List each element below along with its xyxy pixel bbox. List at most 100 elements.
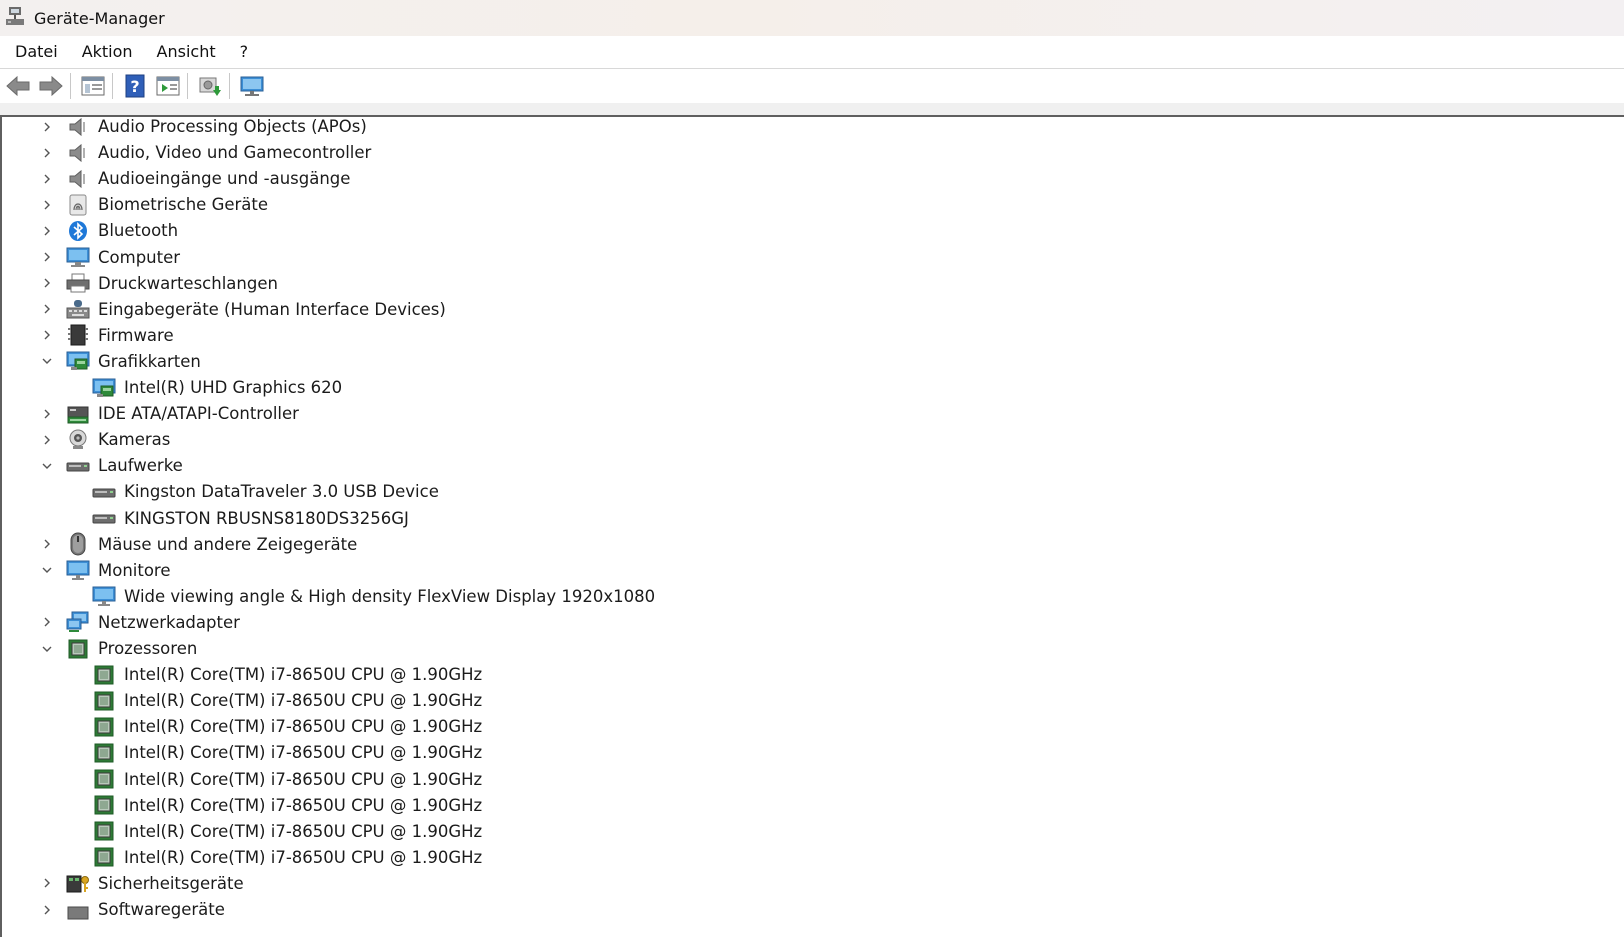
expand-toggle[interactable] [40, 903, 54, 917]
chevron-down-icon [42, 358, 52, 365]
device-manager-icon [4, 5, 26, 31]
processor-icon [92, 793, 116, 817]
processor-icon [92, 715, 116, 739]
tree-category-grafikkarten[interactable]: Grafikkarten [40, 348, 201, 375]
tree-device-intel-r-core-tm-i7-8650u-cpu-1-90ghz[interactable]: Intel(R) Core(TM) i7-8650U CPU @ 1.90GHz [92, 844, 482, 871]
tree-device-intel-r-uhd-graphics-620[interactable]: Intel(R) UHD Graphics 620 [92, 374, 342, 401]
tree-device-kingston-datatraveler-3-0-usb-device[interactable]: Kingston DataTraveler 3.0 USB Device [92, 478, 439, 505]
chevron-right-icon [44, 539, 50, 549]
ide-controller-icon [66, 402, 90, 426]
expand-toggle[interactable] [40, 407, 54, 421]
menu-view[interactable]: Ansicht [145, 36, 228, 68]
firmware-icon [66, 323, 90, 347]
hid-icon [66, 297, 90, 321]
tree-device-intel-r-core-tm-i7-8650u-cpu-1-90ghz[interactable]: Intel(R) Core(TM) i7-8650U CPU @ 1.90GHz [92, 713, 482, 740]
menu-file[interactable]: Datei [0, 36, 70, 68]
bluetooth-icon [66, 219, 90, 243]
properties-button[interactable] [78, 72, 108, 100]
tree-category-eingabeger-te-human-interface-devices[interactable]: Eingabegeräte (Human Interface Devices) [40, 296, 446, 323]
tree-device-kingston-rbusns8180ds3256gj[interactable]: KINGSTON RBUSNS8180DS3256GJ [92, 505, 409, 532]
toolbar-separator [229, 72, 230, 99]
tree-device-intel-r-core-tm-i7-8650u-cpu-1-90ghz[interactable]: Intel(R) Core(TM) i7-8650U CPU @ 1.90GHz [92, 766, 482, 793]
menu-action[interactable]: Aktion [70, 36, 145, 68]
tree-category-sicherheitsger-te[interactable]: Sicherheitsgeräte [40, 870, 244, 897]
expand-toggle[interactable] [40, 328, 54, 342]
tree-category-biometrische-ger-te[interactable]: Biometrische Geräte [40, 191, 268, 218]
processor-icon [92, 845, 116, 869]
tree-category-audioeing-nge-und-ausg-nge[interactable]: Audioeingänge und -ausgänge [40, 165, 350, 192]
monitor-icon [92, 584, 116, 608]
tree-device-intel-r-core-tm-i7-8650u-cpu-1-90ghz[interactable]: Intel(R) Core(TM) i7-8650U CPU @ 1.90GHz [92, 739, 482, 766]
tree-category-firmware[interactable]: Firmware [40, 322, 174, 349]
chevron-down-icon [42, 463, 52, 469]
menu-help[interactable]: ? [228, 36, 261, 68]
tree-category-monitore[interactable]: Monitore [40, 557, 171, 584]
tree-category-druckwarteschlangen[interactable]: Druckwarteschlangen [40, 270, 278, 297]
window-title: Geräte-Manager [34, 8, 165, 28]
tree-device-wide-viewing-angle-high-density-flexview-display-1920x1080[interactable]: Wide viewing angle & High density FlexVi… [92, 583, 655, 610]
tree-category-audio-video-und-gamecontroller[interactable]: Audio, Video und Gamecontroller [40, 139, 371, 166]
chevron-down-icon [42, 567, 52, 574]
run-view-button[interactable] [153, 72, 183, 100]
tree-item-label: Intel(R) Core(TM) i7-8650U CPU @ 1.90GHz [124, 717, 483, 737]
tree-device-intel-r-core-tm-i7-8650u-cpu-1-90ghz[interactable]: Intel(R) Core(TM) i7-8650U CPU @ 1.90GHz [92, 687, 482, 714]
tree-device-intel-r-core-tm-i7-8650u-cpu-1-90ghz[interactable]: Intel(R) Core(TM) i7-8650U CPU @ 1.90GHz [92, 661, 482, 688]
toolbar-separator [70, 72, 71, 99]
expand-toggle[interactable] [40, 172, 54, 186]
tree-item-label: Eingabegeräte (Human Interface Devices) [98, 299, 446, 319]
forward-arrow-icon [39, 75, 63, 96]
tree-item-label: Intel(R) Core(TM) i7-8650U CPU @ 1.90GHz [124, 821, 483, 841]
tree-category-computer[interactable]: Computer [40, 244, 180, 271]
title-bar: Geräte-Manager [0, 0, 1624, 36]
back-button[interactable] [3, 72, 33, 100]
disk-drive-icon [66, 454, 90, 478]
expand-toggle[interactable] [40, 876, 54, 890]
expand-toggle[interactable] [40, 120, 54, 134]
monitor-view-button[interactable] [237, 72, 267, 100]
tree-device-intel-r-core-tm-i7-8650u-cpu-1-90ghz[interactable]: Intel(R) Core(TM) i7-8650U CPU @ 1.90GHz [92, 818, 482, 845]
chevron-right-icon [44, 304, 50, 314]
expand-toggle[interactable] [40, 250, 54, 264]
collapse-toggle[interactable] [40, 642, 54, 656]
tree-category-prozessoren[interactable]: Prozessoren [40, 635, 197, 662]
tree-item-label: Audio, Video und Gamecontroller [98, 143, 372, 163]
forward-button[interactable] [36, 72, 66, 100]
toolbar-separator [112, 72, 113, 99]
expand-toggle[interactable] [40, 615, 54, 629]
collapse-toggle[interactable] [40, 354, 54, 368]
chevron-right-icon [44, 200, 50, 210]
scan-hardware-button[interactable] [195, 72, 225, 100]
help-button[interactable]: ? [120, 72, 150, 100]
collapse-toggle[interactable] [40, 459, 54, 473]
mouse-icon [66, 532, 90, 556]
tree-item-label: Wide viewing angle & High density FlexVi… [124, 586, 656, 606]
tree-category-ide-ata-atapi-controller[interactable]: IDE ATA/ATAPI-Controller [40, 400, 299, 427]
tree-header-border [0, 103, 1624, 117]
expand-toggle[interactable] [40, 433, 54, 447]
tree-category-laufwerke[interactable]: Laufwerke [40, 452, 183, 479]
expand-toggle[interactable] [40, 276, 54, 290]
tree-item-label: Netzwerkadapter [98, 612, 240, 632]
tree-device-intel-r-core-tm-i7-8650u-cpu-1-90ghz[interactable]: Intel(R) Core(TM) i7-8650U CPU @ 1.90GHz [92, 792, 482, 819]
help-icon: ? [125, 74, 145, 97]
tree-item-label: Grafikkarten [98, 351, 201, 371]
tree-item-label: Sicherheitsgeräte [98, 873, 244, 893]
processor-icon [92, 663, 116, 687]
tree-category-softwareger-te[interactable]: Softwaregeräte [40, 896, 225, 923]
tree-category-bluetooth[interactable]: Bluetooth [40, 217, 178, 244]
tree-category-audio-processing-objects-apos[interactable]: Audio Processing Objects (APOs) [40, 117, 367, 140]
tree-category-netzwerkadapter[interactable]: Netzwerkadapter [40, 609, 240, 636]
toolbar-separator [187, 72, 188, 99]
menu-bar: Datei Aktion Ansicht ? [0, 36, 1624, 69]
collapse-toggle[interactable] [40, 563, 54, 577]
expand-toggle[interactable] [40, 146, 54, 160]
expand-toggle[interactable] [40, 537, 54, 551]
device-tree[interactable]: Audio Processing Objects (APOs) Audio, Vi… [0, 117, 1624, 937]
tree-category-kameras[interactable]: Kameras [40, 426, 170, 453]
chevron-right-icon [44, 252, 50, 262]
back-arrow-icon [6, 75, 30, 96]
expand-toggle[interactable] [40, 224, 54, 238]
expand-toggle[interactable] [40, 198, 54, 212]
tree-category-m-use-und-andere-zeigeger-te[interactable]: Mäuse und andere Zeigegeräte [40, 531, 357, 558]
expand-toggle[interactable] [40, 302, 54, 316]
